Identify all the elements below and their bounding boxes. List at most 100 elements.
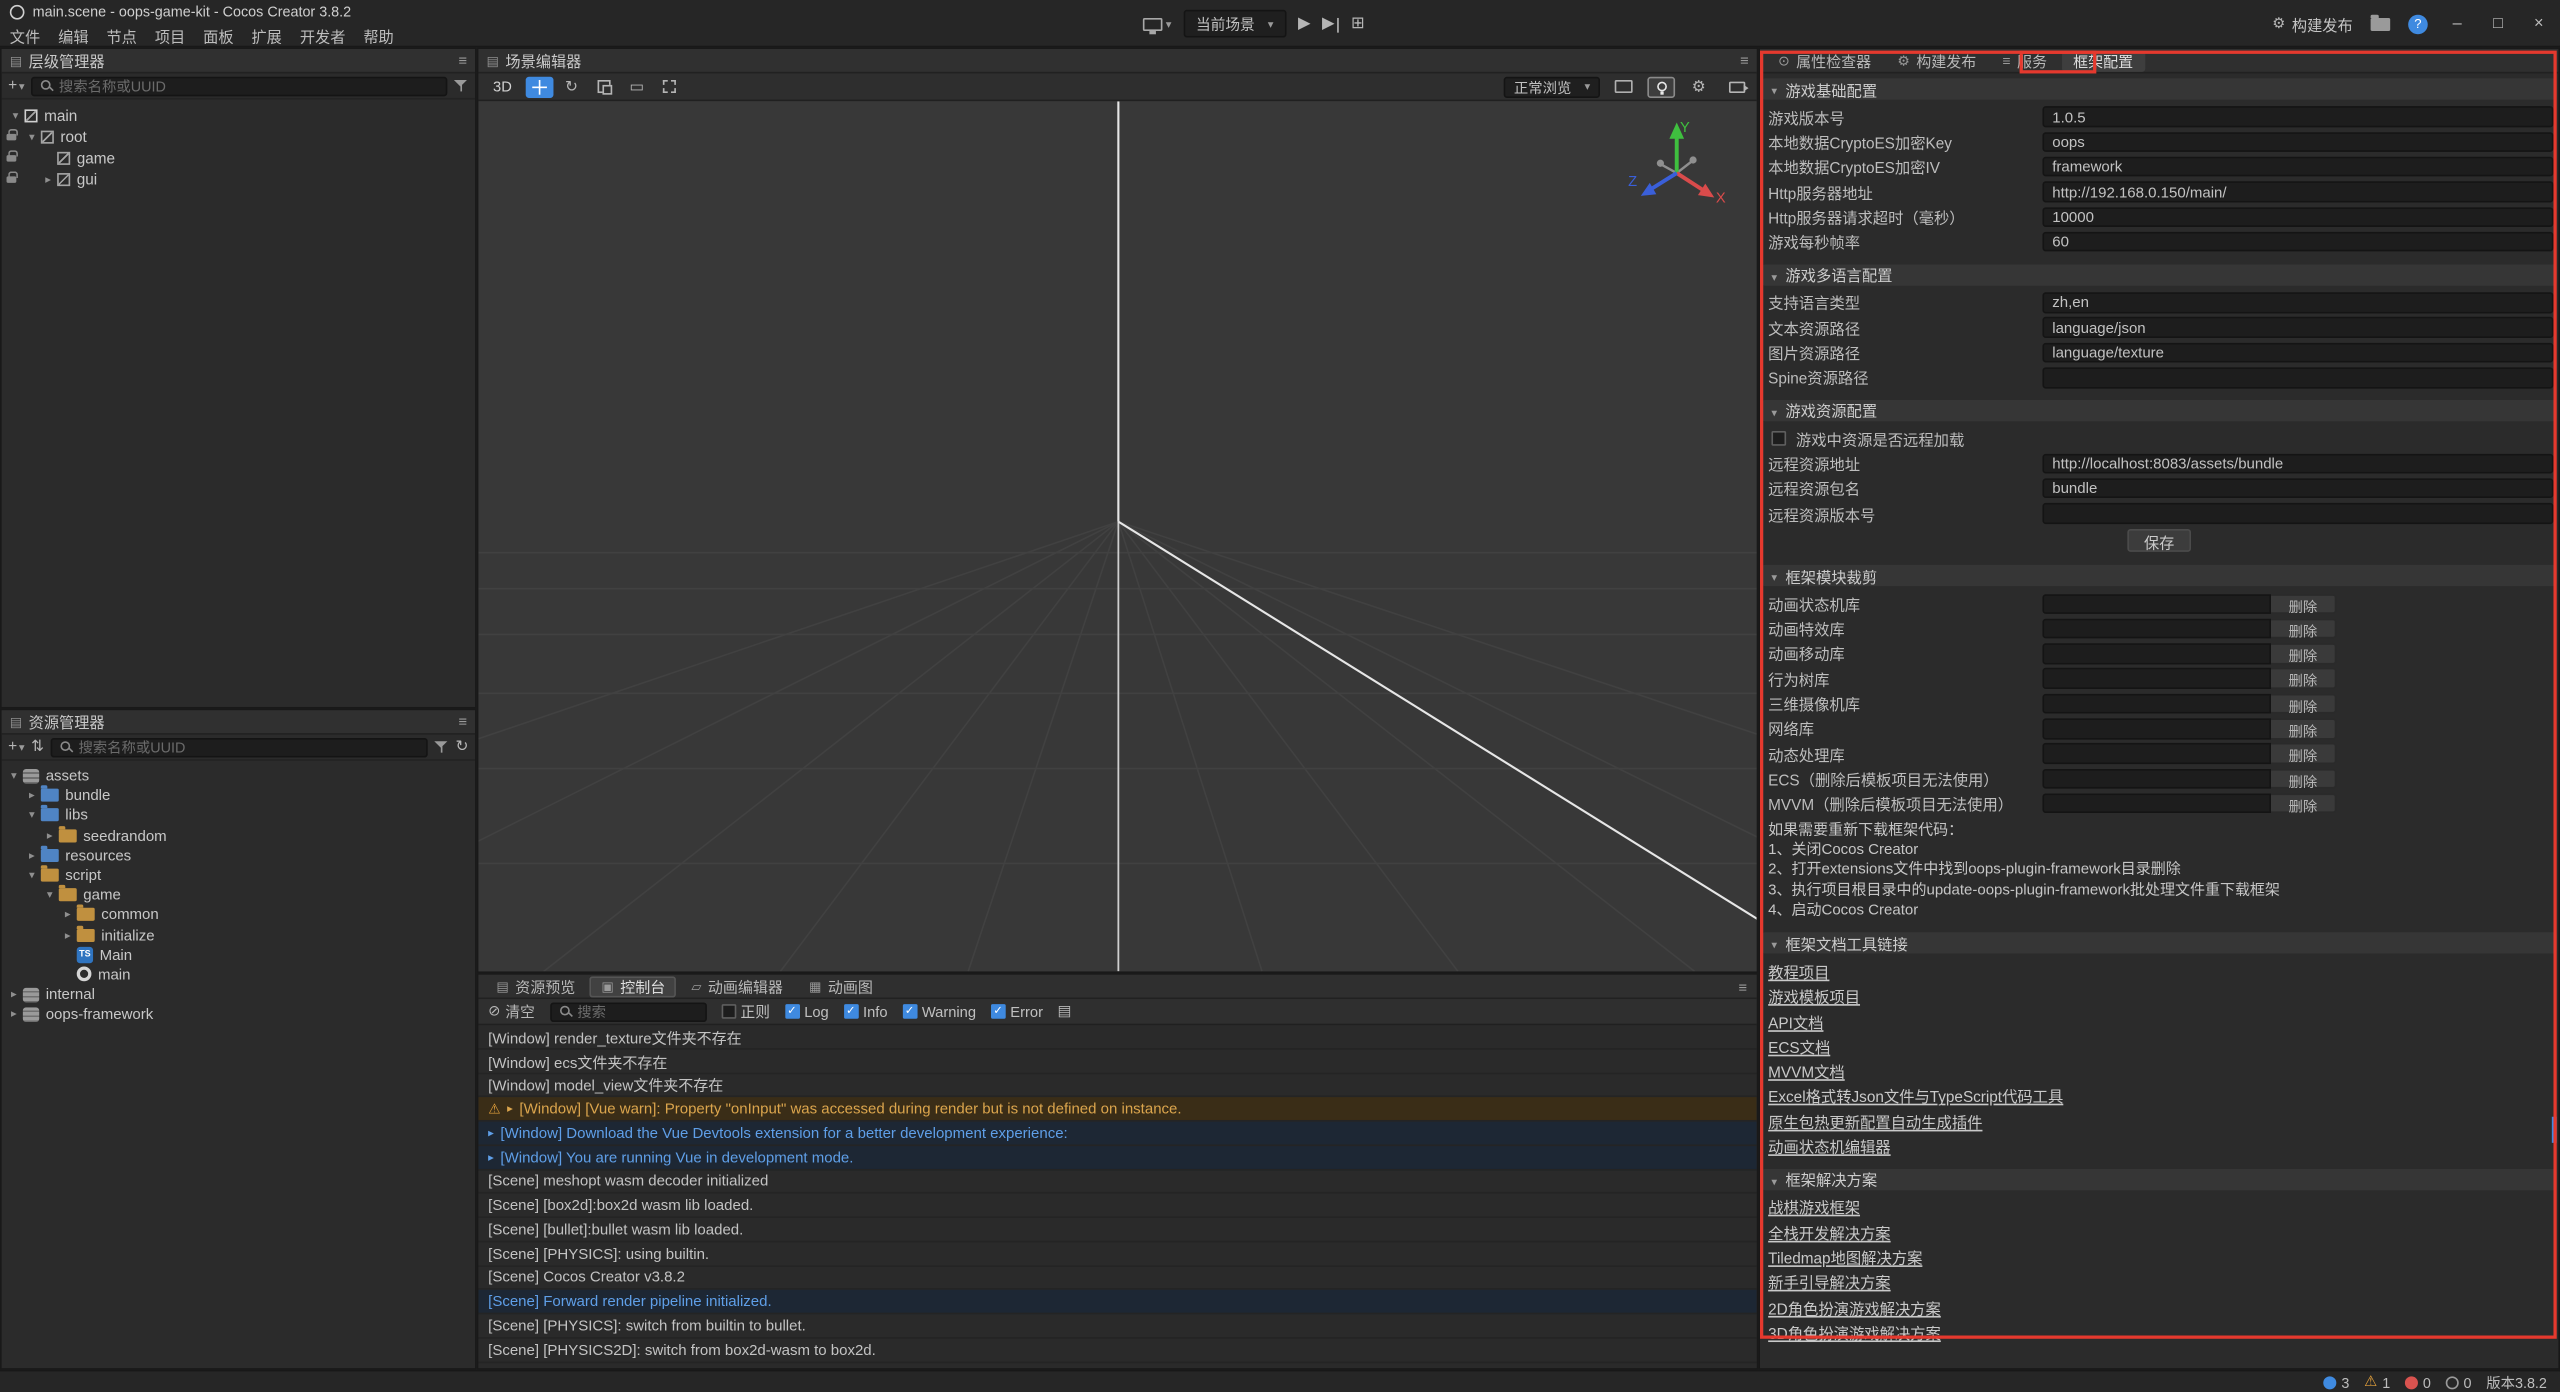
expand-arrow-icon[interactable]	[7, 988, 22, 1001]
property-input[interactable]	[2042, 367, 2553, 387]
inspector-tab[interactable]: 构建发布	[1886, 50, 1988, 71]
expand-arrow-icon[interactable]	[42, 829, 57, 842]
solution-link[interactable]: 战棋游戏框架	[1768, 1196, 1860, 1219]
solution-link[interactable]: 全栈开发解决方案	[1768, 1221, 1890, 1244]
inspector-tab[interactable]: 属性检查器	[1767, 50, 1883, 71]
move-tool-button[interactable]	[525, 76, 553, 97]
help-icon[interactable]: ?	[2408, 14, 2428, 34]
console-tab[interactable]: 控制台	[590, 976, 677, 997]
expand-arrow-icon[interactable]	[24, 809, 39, 822]
log-row[interactable]: ⚠ ▸ [Scene] [box2d]:box2d wasm lib loade…	[478, 1194, 1756, 1218]
asset-node-row[interactable]: common	[2, 905, 475, 925]
error-counter[interactable]: 0	[2405, 1374, 2431, 1390]
lock-icon[interactable]	[7, 134, 17, 141]
play-button[interactable]: ▶	[1298, 16, 1311, 32]
layout-button[interactable]: ⊞	[1351, 16, 1365, 32]
regex-toggle[interactable]: 正则	[721, 1001, 770, 1022]
expand-chevron-icon[interactable]: ▸	[507, 1102, 513, 1115]
section-header-modules[interactable]: 框架模块裁剪	[1762, 565, 2557, 586]
folder-icon[interactable]	[2371, 17, 2391, 30]
module-delete-button[interactable]: 删除	[2271, 668, 2336, 688]
log-row[interactable]: ⚠ ▸ [Scene] [PHYSICS]: using builtin.	[478, 1242, 1756, 1266]
solution-link[interactable]: 3D角色扮演游戏解决方案	[1768, 1321, 1941, 1344]
expand-arrow-icon[interactable]	[24, 789, 39, 802]
log-row[interactable]: ⚠ ▸ [Scene] [PHYSICS]: switch from built…	[478, 1314, 1756, 1338]
expand-arrow-icon[interactable]	[42, 889, 57, 902]
asset-node-row[interactable]: internal	[2, 985, 475, 1005]
expand-arrow-icon[interactable]	[24, 869, 39, 882]
log-row[interactable]: ⚠ ▸ [Window] model_view文件夹不存在	[478, 1073, 1756, 1097]
asset-node-row[interactable]: seedrandom	[2, 825, 475, 845]
menu-item[interactable]: 文件	[10, 24, 40, 47]
module-delete-button[interactable]: 删除	[2271, 768, 2336, 788]
expand-chevron-icon[interactable]: ▸	[488, 1150, 494, 1163]
step-button[interactable]: ▶	[1322, 16, 1339, 32]
log-row[interactable]: ⚠ ▸ [Window] ecs文件夹不存在	[478, 1049, 1756, 1073]
menu-item[interactable]: 项目	[155, 24, 185, 47]
view-mode-select[interactable]: 正常浏览 ▾	[1504, 76, 1600, 97]
hierarchy-node-row[interactable]: game	[2, 147, 475, 168]
log-row[interactable]: ⚠ ▸ [Scene] Cocos Creator v3.8.2	[478, 1266, 1756, 1290]
maximize-button[interactable]: □	[2487, 15, 2510, 33]
rect-tool-button[interactable]: ▭	[623, 76, 651, 97]
inspector-scrollbar-thumb[interactable]	[2552, 1117, 2557, 1143]
hierarchy-search-input[interactable]	[59, 78, 439, 94]
section-header-solutions[interactable]: 框架解决方案	[1762, 1168, 2557, 1189]
minimize-button[interactable]: –	[2446, 15, 2469, 33]
create-asset-button[interactable]: + ▾	[8, 738, 24, 756]
doc-link[interactable]: MVVM文档	[1768, 1060, 1845, 1083]
panel-menu-icon[interactable]: ≡	[1740, 52, 1749, 68]
lock-icon[interactable]	[7, 176, 17, 183]
menu-item[interactable]: 帮助	[363, 24, 393, 47]
asset-node-row[interactable]: resources	[2, 845, 475, 865]
assets-search-input[interactable]	[78, 739, 419, 755]
property-input[interactable]	[2042, 503, 2553, 523]
menu-item[interactable]: 节点	[106, 24, 136, 47]
module-delete-button[interactable]: 删除	[2271, 619, 2336, 639]
scene-viewport[interactable]: X Y Z	[478, 101, 1756, 971]
log-row[interactable]: ⚠ ▸ [Scene] meshopt wasm decoder initial…	[478, 1170, 1756, 1194]
scene-select[interactable]: 当前场景 ▾	[1183, 10, 1287, 38]
expand-arrow-icon[interactable]	[8, 109, 23, 122]
console-clear-button[interactable]: ⊘ 清空	[488, 1001, 535, 1022]
menu-item[interactable]: 编辑	[58, 24, 88, 47]
log-row[interactable]: ⚠ ▸ [Window] [Vue warn]: Property "onInp…	[478, 1098, 1756, 1122]
property-input[interactable]	[2042, 132, 2553, 152]
mode-3d-toggle[interactable]: 3D	[485, 78, 520, 94]
property-input[interactable]	[2042, 342, 2553, 362]
build-publish-button[interactable]: ⚙ 构建发布	[2272, 12, 2352, 35]
expand-arrow-icon[interactable]	[24, 130, 39, 143]
expand-arrow-icon[interactable]	[24, 849, 39, 862]
hierarchy-node-row[interactable]: main	[2, 104, 475, 125]
menu-item[interactable]: 开发者	[300, 24, 346, 47]
expand-arrow-icon[interactable]	[60, 908, 75, 921]
hierarchy-node-row[interactable]: gui	[2, 168, 475, 189]
display-toggle-button[interactable]	[1610, 76, 1638, 97]
log-file-icon[interactable]: ▤	[1058, 1002, 1072, 1020]
menu-item[interactable]: 面板	[203, 24, 233, 47]
create-node-button[interactable]: + ▾	[8, 77, 24, 95]
refresh-icon[interactable]: ↻	[456, 738, 469, 756]
module-delete-button[interactable]: 删除	[2271, 718, 2336, 738]
asset-node-row[interactable]: game	[2, 885, 475, 905]
asset-node-row[interactable]: assets	[2, 766, 475, 786]
doc-link[interactable]: 动画状态机编辑器	[1768, 1135, 1890, 1158]
doc-link[interactable]: API文档	[1768, 1010, 1823, 1033]
filter-icon[interactable]	[434, 740, 449, 755]
doc-link[interactable]: 教程项目	[1768, 960, 1829, 983]
property-input[interactable]	[2042, 207, 2553, 227]
property-input[interactable]	[2042, 232, 2553, 252]
property-input[interactable]	[2042, 453, 2553, 473]
panel-menu-icon[interactable]: ≡	[458, 52, 467, 68]
log-filter-toggle[interactable]: Error	[991, 1003, 1043, 1019]
hierarchy-node-row[interactable]: root	[2, 126, 475, 147]
panel-menu-icon[interactable]: ≡	[458, 713, 467, 729]
doc-link[interactable]: ECS文档	[1768, 1035, 1830, 1058]
asset-node-row[interactable]: libs	[2, 806, 475, 826]
property-input[interactable]	[2042, 478, 2553, 498]
scale-tool-button[interactable]	[590, 76, 618, 97]
asset-node-row[interactable]: oops-framework	[2, 1004, 475, 1024]
save-button[interactable]: 保存	[2128, 529, 2191, 552]
log-row[interactable]: ⚠ ▸ [Scene] Forward render pipeline init…	[478, 1290, 1756, 1314]
expand-arrow-icon[interactable]	[7, 1008, 22, 1021]
